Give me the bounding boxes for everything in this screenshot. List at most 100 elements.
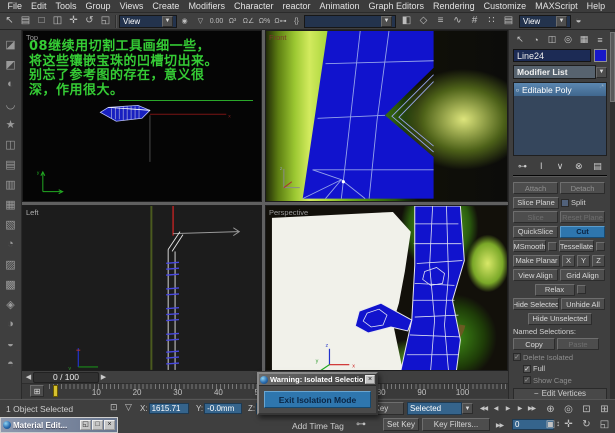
zoom-all-icon[interactable]: ◎ (560, 402, 577, 416)
analyze-world-icon[interactable]: ◓ (2, 354, 20, 374)
set-key-button[interactable]: Set Key (383, 418, 419, 431)
material-editor-icon[interactable]: ∷ (484, 14, 499, 29)
spring-tool-icon[interactable]: ▤ (2, 154, 20, 174)
fracture-icon[interactable]: ▧ (2, 214, 20, 234)
chevron-down-icon[interactable]: ▼ (381, 16, 392, 27)
grid-align-button[interactable]: Grid Align (560, 269, 605, 281)
use-pivot-point-center-icon[interactable]: ◉ (177, 14, 192, 29)
msmooth-settings-button[interactable] (548, 242, 557, 251)
time-slider-right-arrow[interactable]: ▶ (99, 372, 108, 383)
edit-vertices-rollout-header[interactable]: − Edit Vertices (513, 388, 607, 400)
restore-window-icon[interactable]: ◱ (80, 420, 91, 430)
detach-button[interactable]: Detach (560, 182, 605, 194)
select-and-rotate-icon[interactable]: ↺ (82, 14, 97, 29)
menu-file[interactable]: File (3, 1, 27, 11)
menu-maxscript[interactable]: MAXScript (531, 1, 583, 11)
snap-toggle-3d-icon[interactable]: Ω³ (225, 14, 240, 29)
hierarchy-tab[interactable]: ◫ (545, 33, 559, 46)
point-path-icon[interactable]: ◑ (2, 314, 20, 334)
mirror-icon[interactable]: ◧ (399, 14, 414, 29)
chevron-down-icon[interactable]: ▼ (462, 403, 473, 414)
motion-tab[interactable]: ◎ (561, 33, 575, 46)
percent-snap-icon[interactable]: Ω% (257, 14, 272, 29)
quickslice-button[interactable]: QuickSlice (513, 226, 558, 238)
menu-reactor[interactable]: reactor (278, 1, 315, 11)
modifier-stack-item[interactable]: ▫ Editable Poly (514, 83, 606, 96)
relax-settings-button[interactable] (577, 285, 586, 294)
view-align-button[interactable]: View Align (513, 269, 558, 281)
curve-editor-icon[interactable]: ∿ (450, 14, 465, 29)
zoom-extents-all-icon[interactable]: ⊞ (596, 402, 613, 416)
close-window-icon[interactable]: × (104, 420, 115, 430)
viewport-front[interactable]: Front z (265, 30, 508, 202)
named-selection-sets-dropdown[interactable]: ▼ (304, 15, 396, 28)
reset-plane-button[interactable]: Reset Plane (560, 211, 605, 223)
tessellate-settings-button[interactable] (596, 242, 605, 251)
min-max-toggle-icon[interactable]: ◱ (596, 417, 613, 431)
menu-views[interactable]: Views (115, 1, 148, 11)
utilities-tab[interactable]: ≡ (593, 33, 607, 46)
previous-frame-icon[interactable]: ◀ (490, 402, 501, 414)
maximize-window-icon[interactable]: □ (92, 420, 103, 430)
chevron-down-icon[interactable]: ▼ (556, 16, 567, 27)
menu-rendering[interactable]: Rendering (429, 1, 480, 11)
hide-unselected-button[interactable]: Hide Unselected (528, 313, 592, 325)
make-planar-z-button[interactable]: Z (592, 255, 605, 267)
selection-lock-icon[interactable]: ⊡ (110, 402, 118, 413)
deforming-mesh-icon[interactable]: ★ (2, 114, 20, 134)
y-coord-field[interactable]: -0.0mm (204, 403, 242, 414)
pan-icon[interactable]: ✛ (560, 417, 577, 431)
make-unique-icon[interactable]: ∨ (554, 160, 567, 172)
modify-tab[interactable]: ◔ (529, 33, 543, 46)
add-time-tag[interactable]: Add Time Tag (292, 421, 344, 431)
constraint-solver-icon[interactable]: ▩ (2, 274, 20, 294)
key-filters-button[interactable]: Key Filters... (422, 418, 490, 431)
menu-modifiers[interactable]: Modifiers (184, 1, 230, 11)
point-point-icon[interactable]: ◈ (2, 294, 20, 314)
make-planar-y-button[interactable]: Y (577, 255, 590, 267)
key-step-toggle-icon[interactable]: ▶▶ (494, 419, 505, 431)
viewport-perspective[interactable]: Perspective z y x (265, 205, 508, 371)
msmooth-button[interactable]: MSmooth (513, 240, 546, 252)
menu-group[interactable]: Group (81, 1, 115, 11)
layer-manager-icon[interactable]: ≡ (433, 14, 448, 29)
split-checkbox[interactable] (561, 199, 569, 207)
align-icon[interactable]: ◇ (416, 14, 431, 29)
plane-tool-icon[interactable]: ◫ (2, 134, 20, 154)
make-planar-button[interactable]: Make Planar (513, 255, 560, 267)
zoom-icon[interactable]: ⊕ (542, 402, 559, 416)
wind-icon[interactable]: ▨ (2, 254, 20, 274)
keyboard-override-icon[interactable]: {} (289, 14, 304, 29)
preview-animation-icon[interactable]: ◒ (2, 334, 20, 354)
pin-stack-icon[interactable]: ⊶ (516, 160, 529, 172)
rectangular-selection-region-icon[interactable]: □ (34, 14, 49, 29)
cloth-collection-icon[interactable]: ◩ (2, 54, 20, 74)
time-slider-left-arrow[interactable]: ◀ (24, 372, 33, 383)
absolute-offset-toggle-icon[interactable]: ▽ (125, 402, 132, 413)
hide-selected-button[interactable]: Hide Selected (513, 298, 559, 310)
arc-rotate-icon[interactable]: ↻ (578, 417, 595, 431)
object-color-swatch[interactable] (594, 49, 607, 62)
show-end-result-icon[interactable]: I (535, 160, 548, 172)
close-icon[interactable]: × (365, 375, 375, 384)
copy-button[interactable]: Copy (513, 338, 555, 350)
configure-modifier-sets-icon[interactable]: ▤ (591, 160, 604, 172)
slice-plane-button[interactable]: Slice Plane (513, 197, 559, 209)
soft-body-collection-icon[interactable]: ◐ (2, 74, 20, 94)
menu-customize[interactable]: Customize (479, 1, 531, 11)
select-and-move-icon[interactable]: ✛ (66, 14, 81, 29)
menu-graph-editors[interactable]: Graph Editors (364, 1, 429, 11)
schematic-view-icon[interactable]: # (467, 14, 482, 29)
remove-modifier-icon[interactable]: ⊗ (572, 160, 585, 172)
display-tab[interactable]: ▦ (577, 33, 591, 46)
go-to-start-icon[interactable]: ◀◀ (478, 402, 489, 414)
render-scene-icon[interactable]: ▤ (501, 14, 516, 29)
menu-help[interactable]: Help (582, 1, 610, 11)
time-slider[interactable]: 0 / 100 (33, 372, 99, 383)
dialog-title-bar[interactable]: Warning: Isolated Selection × (259, 374, 376, 386)
slice-button[interactable]: Slice (513, 211, 558, 223)
snap-value-icon[interactable]: 0.00 (209, 14, 224, 29)
tessellate-button[interactable]: Tessellate (559, 240, 594, 252)
exit-isolation-mode-button[interactable]: Exit Isolation Mode (264, 391, 371, 408)
make-planar-x-button[interactable]: X (562, 255, 575, 267)
